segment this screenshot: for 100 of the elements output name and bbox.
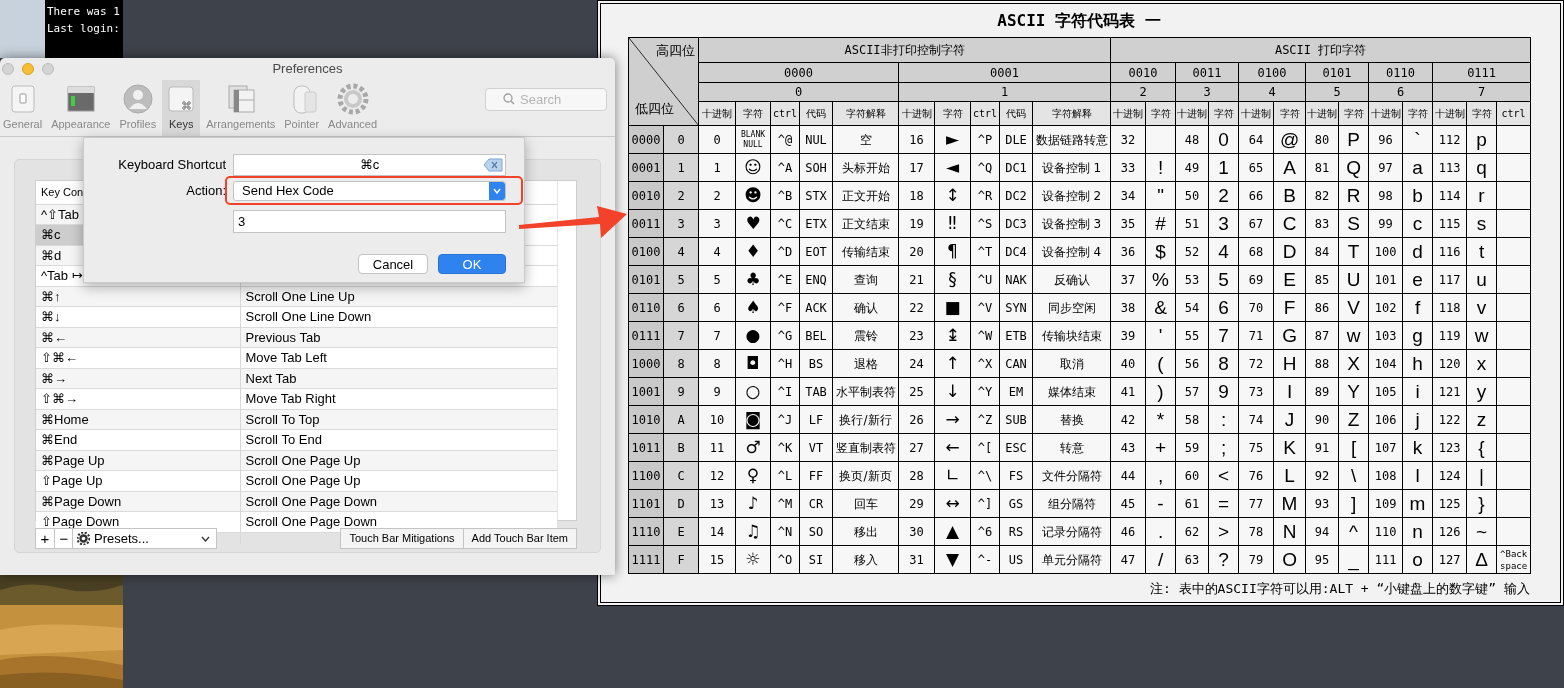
table-cell: U — [1338, 265, 1369, 294]
table-cell: 反确认 — [1032, 265, 1111, 294]
table-cell: 转意 — [1032, 433, 1111, 462]
table-cell: 112 — [1432, 125, 1467, 154]
table-cell[interactable]: ⇧⌘→ — [36, 388, 240, 409]
header-label: 低四位 — [635, 102, 674, 115]
table-cell: h — [1402, 349, 1433, 378]
table-cell[interactable]: Next Tab — [240, 368, 557, 389]
gear-icon — [77, 532, 90, 545]
table-cell: ESC — [999, 433, 1033, 462]
minimize-button[interactable] — [22, 63, 34, 75]
table-cell: 68 — [1238, 237, 1274, 266]
table-cell: 106 — [1368, 405, 1403, 434]
table-cell: M — [1273, 489, 1306, 518]
push-button[interactable]: Touch Bar Mitigations — [340, 528, 464, 549]
table-cell: 25 — [898, 377, 935, 406]
clear-icon[interactable] — [483, 158, 503, 172]
table-cell[interactable]: Previous Tab — [240, 327, 557, 348]
close-button[interactable] — [2, 63, 14, 75]
table-cell: 81 — [1305, 153, 1339, 182]
table-cell: 69 — [1238, 265, 1274, 294]
column-header: ASCII非打印控制字符 — [698, 37, 1111, 63]
table-cell[interactable]: ⇧Page Up — [36, 470, 240, 491]
dialog-button[interactable]: OK — [438, 254, 506, 274]
table-cell[interactable]: Scroll One Line Up — [240, 286, 557, 307]
table-cell[interactable]: ⌘← — [36, 327, 240, 348]
table-cell: u — [1466, 265, 1497, 294]
table-cell: 29 — [898, 489, 935, 518]
table-cell: LF — [799, 405, 833, 434]
table-cell[interactable]: Move Tab Left — [240, 347, 557, 368]
table-cell[interactable]: ⌘Home — [36, 409, 240, 430]
table-cell[interactable]: ⌘→ — [36, 368, 240, 389]
table-cell: ^- — [970, 545, 1000, 574]
table-cell[interactable]: Scroll One Page Down — [240, 491, 557, 512]
table-cell: 正文开始 — [832, 181, 899, 210]
table-cell: 12 — [698, 461, 736, 490]
table-cell: 45 — [1110, 489, 1146, 518]
table-cell[interactable]: ⌘↓ — [36, 306, 240, 327]
table-cell: ^P — [970, 125, 1000, 154]
table-cell[interactable]: Scroll To End — [240, 429, 557, 450]
table-cell: 0010 — [628, 181, 664, 210]
action-dropdown[interactable]: Send Hex Code — [233, 181, 506, 201]
table-cell: ? — [1208, 545, 1239, 574]
table-cell: 移入 — [832, 545, 899, 574]
table-cell: @ — [1273, 125, 1306, 154]
table-cell: P — [1338, 125, 1369, 154]
table-cell[interactable]: Scroll One Page Up — [240, 450, 557, 471]
table-cell: 16 — [898, 125, 935, 154]
table-cell: NUL — [799, 125, 833, 154]
table-cell: ♦ — [735, 237, 771, 266]
zoom-button[interactable] — [42, 63, 54, 75]
table-cell: j — [1402, 405, 1433, 434]
table-cell: 文件分隔符 — [1032, 461, 1111, 490]
table-cell: 传输块结束 — [1032, 321, 1111, 350]
table-cell[interactable]: Move Tab Right — [240, 388, 557, 409]
table-cell: 51 — [1175, 209, 1209, 238]
search-field[interactable]: Search — [485, 88, 607, 111]
dialog-button[interactable]: Cancel — [358, 254, 428, 274]
table-cell: 9 — [698, 377, 736, 406]
toolbar-button[interactable]: − — [54, 528, 74, 549]
table-cell: DC2 — [999, 181, 1033, 210]
table-cell: 2 — [1208, 181, 1239, 210]
table-cell: ► — [934, 125, 971, 154]
table-cell[interactable]: ⌘↑ — [36, 286, 240, 307]
toolbar-tab[interactable]: Keys — [162, 80, 201, 136]
table-cell: 64 — [1238, 125, 1274, 154]
table-cell[interactable]: Scroll One Page Up — [240, 470, 557, 491]
table-cell: 46 — [1110, 517, 1146, 546]
table-cell: ‼ — [934, 209, 971, 238]
table-cell: 66 — [1238, 181, 1274, 210]
table-cell[interactable]: ⌘End — [36, 429, 240, 450]
table-cell: c — [1402, 209, 1433, 238]
toolbar-button[interactable]: + — [35, 528, 55, 549]
presets-dropdown[interactable]: Presets... — [72, 528, 217, 549]
table-cell: 1111 — [628, 545, 664, 574]
table-cell: i — [1402, 377, 1433, 406]
table-cell[interactable]: ⇧⌘← — [36, 347, 240, 368]
table-cell[interactable]: Scroll To Top — [240, 409, 557, 430]
table-cell: 0000 — [628, 125, 664, 154]
table-cell: y — [1466, 377, 1497, 406]
table-cell: 4 — [698, 237, 736, 266]
table-cell: 30 — [898, 517, 935, 546]
table-cell[interactable]: ⌘Page Down — [36, 491, 240, 512]
table-cell: 63 — [1175, 545, 1209, 574]
push-button[interactable]: Add Touch Bar Item — [462, 528, 577, 549]
table-cell: TAB — [799, 377, 833, 406]
table-cell: " — [1145, 181, 1176, 210]
table-cell: 71 — [1238, 321, 1274, 350]
table-cell[interactable]: ⌘Page Up — [36, 450, 240, 471]
table-cell: ○ — [735, 377, 771, 406]
table-cell: 8 — [698, 349, 736, 378]
table-cell: 36 — [1110, 237, 1146, 266]
table-cell: 1010 — [628, 405, 664, 434]
shortcut-field[interactable]: ⌘c — [233, 154, 506, 176]
table-cell: 121 — [1432, 377, 1467, 406]
table-cell: ^A — [770, 153, 800, 182]
table-cell: ( — [1145, 349, 1176, 378]
hex-code-field[interactable]: 3 — [233, 210, 506, 233]
table-cell: ' — [1145, 321, 1176, 350]
table-cell[interactable]: Scroll One Line Down — [240, 306, 557, 327]
